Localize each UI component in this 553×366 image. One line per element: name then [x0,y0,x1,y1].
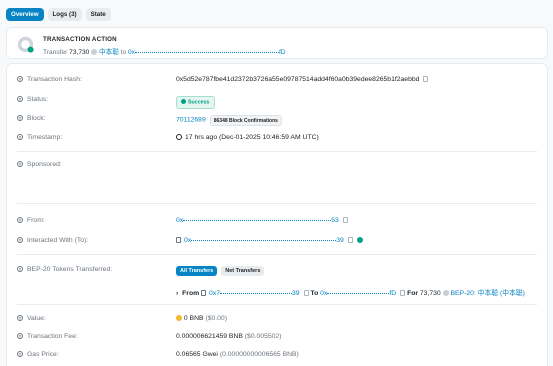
help-icon: ? [17,134,23,140]
tab-bar: Overview Logs (3) State [6,8,111,21]
contract-address-link[interactable]: 0x 39 [176,237,363,244]
tab-overview[interactable]: Overview [6,8,44,21]
help-icon: ? [17,217,23,223]
tab-all-transfers[interactable]: All Transfers [176,266,218,276]
tab-state[interactable]: State [85,8,111,21]
contract-icon [201,290,207,296]
help-icon: ? [17,115,23,121]
help-icon: ? [17,161,23,167]
token-icon [442,290,449,296]
tab-logs[interactable]: Logs (3) [47,8,82,21]
help-icon: ? [17,315,23,321]
copy-icon[interactable] [423,76,429,82]
bnb-icon [176,315,182,321]
divider [17,254,537,255]
tab-net-transfers[interactable]: Net Transfers [221,266,265,276]
fee-amount: 0.000006621459 BNB [176,333,243,340]
transaction-details-card: ? Transaction Hash: 0x5d52e787fbe41d2372b… [6,63,548,366]
block-link[interactable]: 70112689 [176,117,206,124]
help-icon: ? [17,266,23,272]
caret-right-icon: › [176,290,179,297]
copy-icon[interactable] [342,217,348,223]
value-amount: 0 BNB [183,315,204,322]
transaction-action-summary: Transfer 73,730 中本聪 to 0x fD [43,49,286,56]
clock-icon [176,134,182,140]
gas-price: 0.06565 Gwei [176,351,218,358]
divider [17,151,537,152]
to-address-link[interactable]: 0x fD [128,49,286,56]
transfer-amount: 73,730 [69,49,90,56]
help-icon: ? [17,333,23,339]
token-link[interactable]: 中本聪 [99,49,119,56]
help-icon: ? [17,96,23,102]
help-icon: ? [17,76,23,82]
transfer-amount: 73,730 [419,290,441,297]
divider [17,304,537,305]
token-logo-icon [17,36,34,53]
check-circle-icon [181,99,186,104]
copy-icon[interactable] [400,290,406,296]
transfer-from-link[interactable]: 0x7 39 [201,290,300,297]
copy-icon[interactable] [347,237,353,243]
help-icon: ? [17,237,23,243]
transfer-to-link[interactable]: 0x fD [320,290,396,297]
timestamp-value: 17 hrs ago (Dec-01-2025 10:46:59 AM UTC) [185,134,319,141]
copy-icon[interactable] [303,290,309,296]
divider [17,203,537,204]
status-badge: Success [176,96,215,109]
transaction-action-title: TRANSACTION ACTION [43,36,117,43]
contract-icon [176,237,181,243]
from-address-link[interactable]: 0x 53 [176,217,348,224]
token-icon [91,49,98,55]
tx-hash-value: 0x5d52e787fbe41d2372b3726a55e09787514add… [176,76,420,83]
verified-check-icon [356,237,363,243]
help-icon: ? [17,351,23,357]
token-link[interactable]: BEP-20: 中本聪 (中本聪) [450,290,524,297]
confirmations-badge: 86348 Block Confirmations [209,115,282,126]
transaction-action-card: TRANSACTION ACTION Transfer 73,730 中本聪 t… [6,27,548,59]
